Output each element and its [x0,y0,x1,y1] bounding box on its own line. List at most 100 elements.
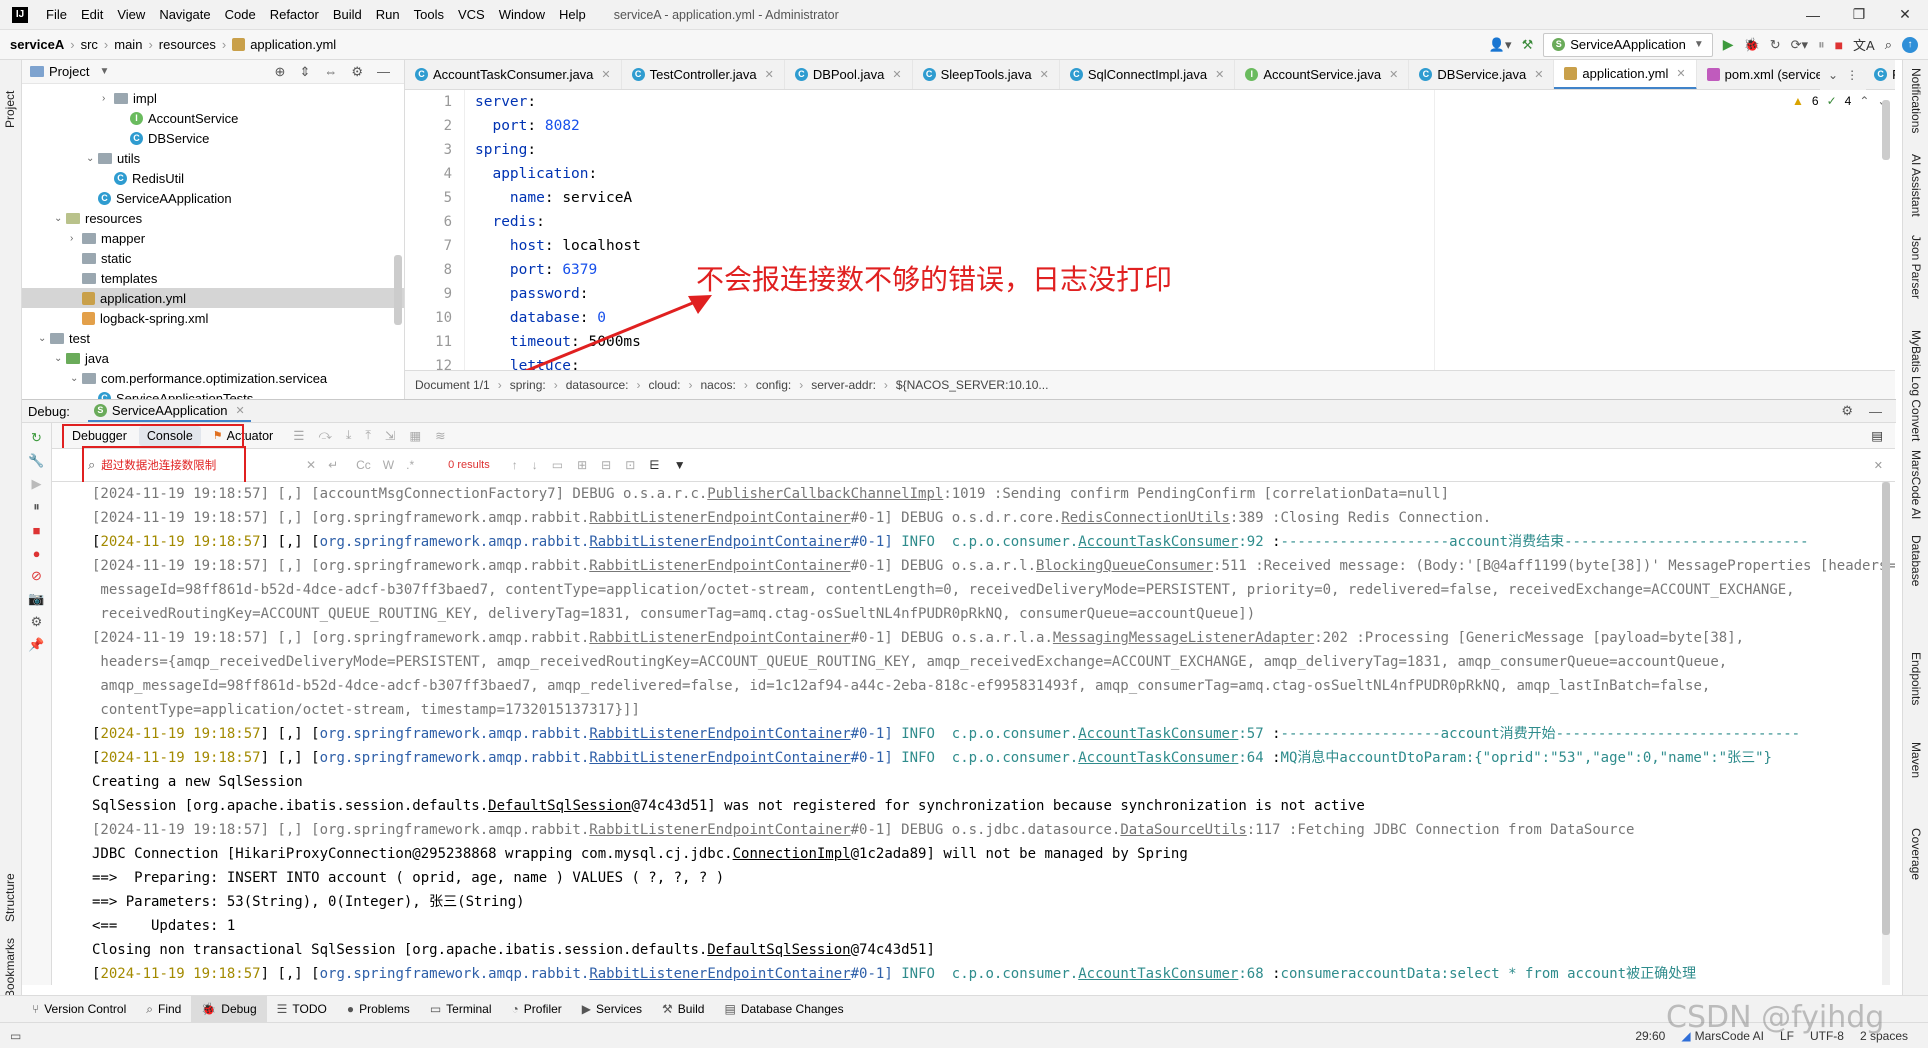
breadcrumb-item[interactable]: resources [159,37,216,52]
tree-item[interactable]: ⌄ resources [22,208,404,228]
mute-breakpoints-icon[interactable]: ⊘ [29,568,45,584]
editor-tab[interactable]: application.yml ✕ [1554,60,1697,89]
code-line[interactable]: server: [475,90,1895,114]
menu-edit[interactable]: Edit [81,7,103,22]
expand-arrow-icon[interactable]: ⌄ [54,213,66,224]
tree-item[interactable]: I AccountService [22,108,404,128]
expand-arrow-icon[interactable]: › [70,233,82,244]
editor-tab[interactable]: C DBPool.java ✕ [785,60,913,89]
prev-occurrence-icon[interactable]: ↑ [512,458,518,472]
toolwindow-version-control[interactable]: ⑂ Version Control [22,996,136,1023]
more-tabs-icon[interactable]: ⋮ [1846,68,1858,82]
expand-arrow-icon[interactable]: ⌄ [38,333,50,344]
resume-icon[interactable]: ▶ [29,476,45,492]
close-search-icon[interactable]: ✕ [1874,459,1883,472]
next-occurrence-icon[interactable]: ↓ [532,458,538,472]
breadcrumb-item[interactable]: main [114,37,142,52]
tree-item[interactable]: › impl [22,88,404,108]
breadcrumb-item[interactable]: config: [756,378,791,392]
tree-item[interactable]: ⌄ test [22,328,404,348]
tree-item[interactable]: › mapper [22,228,404,248]
step-out-icon[interactable]: ⤒ [365,428,371,443]
toolwindow-todo[interactable]: ☰ TODO [267,996,337,1023]
tool-button-mybatis-log-convert[interactable]: MyBatis Log Convert [1909,330,1923,441]
expand-arrow-icon[interactable]: › [102,93,114,104]
tree-item[interactable]: static [22,248,404,268]
close-tab-icon[interactable]: ✕ [1676,67,1685,80]
trace-icon[interactable]: ≋ [435,428,445,443]
step-into-icon[interactable]: ⤓ [346,428,352,443]
menu-view[interactable]: View [117,7,145,22]
menu-code[interactable]: Code [225,7,256,22]
inspection-widget[interactable]: ▲ 6 ✓ 4 ⌃ ⌄ [1792,90,1887,112]
editor-tab[interactable]: C SleepTools.java ✕ [913,60,1060,89]
add-selection-icon[interactable]: ⊞ [577,458,587,472]
editor-tab[interactable]: C SqlConnectImpl.java ✕ [1060,60,1236,89]
pin-tab-icon[interactable]: 📌 [28,637,44,653]
regex-toggle[interactable]: .* [406,458,414,472]
tree-item[interactable]: application.yml [22,288,404,308]
toolwindow-debug[interactable]: 🐞 Debug [191,995,267,1023]
history-icon[interactable]: ↵ [328,458,338,472]
stop-program-icon[interactable]: ■ [29,522,45,538]
editor-tab[interactable]: C DBService.java ✕ [1409,60,1555,89]
pause-icon[interactable]: ⏸ [1818,37,1825,53]
view-breakpoints-icon[interactable]: ● [29,545,45,561]
translate-icon[interactable]: 文A [1853,35,1875,54]
hide-debug-icon[interactable]: — [1869,404,1882,419]
tree-scrollbar[interactable] [394,255,402,325]
code-line[interactable]: spring: [475,138,1895,162]
breadcrumb-item[interactable]: spring: [510,378,546,392]
breadcrumb-item[interactable]: application.yml [250,37,336,52]
editor-scrollbar[interactable] [1882,100,1890,160]
toolwindow-build[interactable]: ⚒ Build [652,996,714,1023]
tool-button-json-parser[interactable]: Json Parser [1909,235,1923,299]
breadcrumb-item[interactable]: server-addr: [811,378,876,392]
breadcrumb-item[interactable]: datasource: [566,378,629,392]
project-view-selector[interactable]: Project [49,64,89,79]
evaluate-icon[interactable]: ▦ [409,428,421,443]
profile-icon[interactable]: ↻ [1770,37,1781,53]
coverage-icon[interactable]: ⟳▾ [1791,37,1808,53]
bookmarks-tool-button[interactable]: Bookmarks [3,918,17,998]
menu-help[interactable]: Help [559,7,586,22]
close-tab-icon[interactable]: ✕ [892,68,901,81]
tree-item[interactable]: ⌄ com.performance.optimization.servicea [22,368,404,388]
code-line[interactable]: redis: [475,210,1895,234]
tool-button-database[interactable]: Database [1909,535,1923,586]
tool-button-ai-assistant[interactable]: AI Assistant [1909,154,1923,217]
breadcrumb-item[interactable]: serviceA [10,37,64,52]
breadcrumb-item[interactable]: nacos: [701,378,736,392]
breadcrumb-item[interactable]: ${NACOS_SERVER:10.10... [896,378,1049,392]
tool-button-coverage[interactable]: Coverage [1909,828,1923,880]
toolwindow-profiler[interactable]: ◔ Profiler [502,996,572,1023]
filter-options-icon[interactable]: ⋿ [649,458,659,472]
hide-panel-icon[interactable]: — [377,64,390,79]
tree-item[interactable]: C DBService [22,128,404,148]
debug-settings-gear-icon[interactable]: ⚙ [1841,403,1853,419]
close-tab-icon[interactable]: ✕ [1534,68,1543,81]
debug-session-tab[interactable]: S ServiceAApplication ✕ [87,400,251,422]
tree-item[interactable]: ⌄ java [22,348,404,368]
close-tab-icon[interactable]: ✕ [1215,68,1224,81]
layout-icon[interactable]: ☰ [293,428,304,443]
code-content[interactable]: server: port: 8082 spring: application: n… [475,90,1895,378]
pause-program-icon[interactable]: ⏸ [29,499,45,515]
expand-arrow-icon[interactable]: ⌄ [54,353,66,364]
caret-position[interactable]: 29:60 [1635,1029,1665,1043]
remove-selection-icon[interactable]: ⊟ [601,458,611,472]
menu-run[interactable]: Run [376,7,400,22]
step-over-icon[interactable]: ⤼ [318,428,331,443]
run-icon[interactable]: ▶ [1723,36,1734,53]
console-scrollbar[interactable] [1882,482,1890,935]
console-layout-icon[interactable]: ▤ [1871,428,1895,443]
toolwindow-database-changes[interactable]: ▤ Database Changes [714,996,853,1023]
editor-tab[interactable]: CR [1864,60,1895,89]
code-line[interactable]: name: serviceA [475,186,1895,210]
stop-icon[interactable]: ■ [1835,37,1843,53]
code-line[interactable]: database: 0 [475,306,1895,330]
tree-item[interactable]: ⌄ utils [22,148,404,168]
close-tab-icon[interactable]: ✕ [1040,68,1049,81]
tool-button-marscode-ai[interactable]: MarsCode AI [1909,450,1923,519]
settings-gear-icon[interactable]: ⚙ [351,64,363,80]
